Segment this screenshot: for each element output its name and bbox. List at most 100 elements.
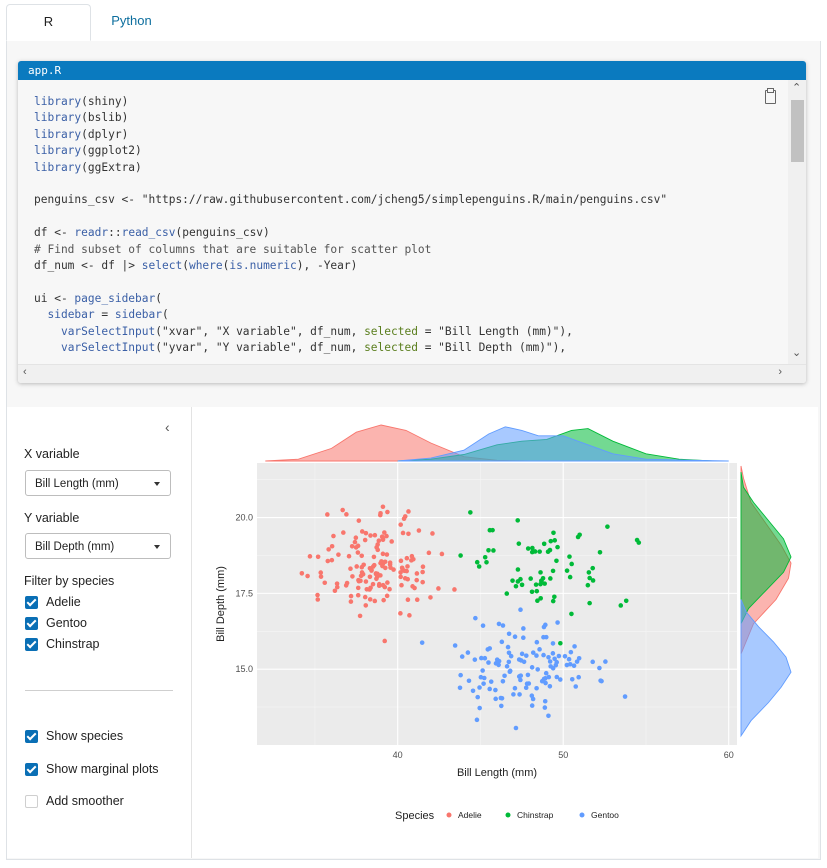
data-point bbox=[329, 557, 335, 563]
data-point bbox=[336, 552, 341, 557]
data-point bbox=[318, 570, 324, 575]
data-point bbox=[481, 675, 487, 681]
data-point bbox=[541, 652, 546, 658]
data-point bbox=[548, 538, 554, 544]
checkbox-show-species[interactable] bbox=[25, 730, 38, 743]
sidebar: ‹ X variable Bill Length (mm) Y variable… bbox=[7, 407, 192, 858]
data-point bbox=[399, 582, 404, 588]
data-point bbox=[420, 579, 425, 585]
data-point bbox=[458, 553, 463, 558]
data-point bbox=[480, 623, 486, 628]
data-point bbox=[372, 532, 378, 538]
data-point bbox=[562, 653, 568, 659]
data-point bbox=[414, 571, 420, 576]
legend-key bbox=[579, 812, 585, 818]
data-point bbox=[516, 541, 522, 546]
data-point bbox=[348, 599, 354, 604]
checkbox-gentoo[interactable] bbox=[25, 617, 38, 630]
scrollbar-thumb[interactable] bbox=[791, 100, 804, 162]
data-point bbox=[466, 678, 472, 684]
data-point bbox=[361, 562, 366, 568]
x-axis-title: Bill Length (mm) bbox=[457, 767, 537, 779]
data-point bbox=[401, 516, 407, 522]
data-point bbox=[590, 659, 596, 665]
data-point bbox=[556, 653, 562, 659]
data-point bbox=[398, 570, 403, 575]
y-variable-select[interactable]: Bill Depth (mm) bbox=[25, 533, 171, 559]
checkbox-adelie[interactable] bbox=[25, 596, 38, 609]
data-point bbox=[363, 530, 369, 536]
data-point bbox=[543, 670, 549, 676]
scroll-right-icon[interactable]: › bbox=[778, 366, 782, 378]
data-point bbox=[552, 538, 558, 543]
checkbox-show-marginal[interactable] bbox=[25, 763, 38, 776]
data-point bbox=[368, 533, 373, 538]
data-point bbox=[315, 597, 321, 602]
data-point bbox=[477, 705, 482, 711]
data-point bbox=[622, 694, 628, 699]
data-point bbox=[398, 522, 404, 527]
data-point bbox=[590, 578, 596, 583]
data-point bbox=[348, 566, 353, 572]
data-point bbox=[475, 694, 481, 700]
data-point bbox=[363, 603, 369, 608]
data-point bbox=[409, 553, 415, 559]
scroll-down-icon[interactable]: ⌄ bbox=[792, 346, 801, 359]
data-point bbox=[479, 655, 484, 661]
collapse-sidebar-icon[interactable]: ‹ bbox=[165, 419, 170, 435]
data-point bbox=[511, 692, 516, 697]
data-point bbox=[315, 554, 321, 560]
data-point bbox=[488, 679, 494, 684]
data-point bbox=[353, 535, 359, 541]
scroll-left-icon[interactable]: ‹ bbox=[23, 366, 27, 378]
tab-r[interactable]: R bbox=[6, 4, 91, 41]
legend-key bbox=[446, 812, 452, 818]
data-point bbox=[537, 549, 542, 554]
data-point bbox=[558, 640, 563, 646]
data-point bbox=[576, 655, 582, 661]
data-point bbox=[553, 662, 559, 668]
data-point bbox=[500, 623, 506, 628]
data-point bbox=[400, 530, 406, 536]
data-point bbox=[499, 639, 505, 645]
data-point bbox=[498, 695, 504, 701]
tab-python[interactable]: Python bbox=[89, 4, 174, 41]
data-point bbox=[538, 581, 543, 587]
copy-icon[interactable] bbox=[765, 88, 776, 104]
data-point bbox=[474, 717, 480, 723]
vertical-scrollbar[interactable]: ⌃ ⌄ bbox=[788, 80, 806, 365]
data-point bbox=[398, 558, 404, 564]
data-point bbox=[341, 530, 346, 535]
checkbox-chinstrap[interactable] bbox=[25, 638, 38, 651]
data-point bbox=[554, 558, 559, 564]
data-point bbox=[505, 644, 511, 650]
data-point bbox=[598, 678, 603, 683]
code-area[interactable]: library(shiny) library(bslib) library(dp… bbox=[18, 80, 788, 383]
data-point bbox=[564, 568, 570, 573]
scroll-up-icon[interactable]: ⌃ bbox=[792, 81, 801, 94]
data-point bbox=[426, 550, 432, 556]
data-point bbox=[344, 512, 349, 517]
chevron-down-icon bbox=[154, 482, 160, 486]
data-point bbox=[518, 576, 523, 582]
checkbox-add-smoother[interactable] bbox=[25, 795, 38, 808]
data-point bbox=[506, 631, 512, 637]
data-point bbox=[571, 663, 577, 669]
x-variable-select[interactable]: Bill Length (mm) bbox=[25, 470, 171, 496]
data-point bbox=[458, 672, 463, 678]
x-tick-label: 50 bbox=[558, 750, 568, 760]
data-point bbox=[636, 540, 642, 545]
data-point bbox=[586, 570, 592, 575]
data-point bbox=[473, 615, 478, 621]
data-point bbox=[521, 635, 526, 641]
data-point bbox=[325, 512, 330, 517]
tab-bar: R Python bbox=[6, 0, 821, 42]
data-point bbox=[550, 651, 556, 656]
data-point bbox=[546, 713, 551, 719]
data-point bbox=[507, 668, 513, 674]
data-point bbox=[379, 559, 384, 564]
horizontal-scrollbar[interactable]: ‹ › bbox=[18, 364, 806, 383]
data-point bbox=[459, 654, 465, 659]
data-point bbox=[481, 681, 486, 686]
data-point bbox=[493, 687, 498, 693]
